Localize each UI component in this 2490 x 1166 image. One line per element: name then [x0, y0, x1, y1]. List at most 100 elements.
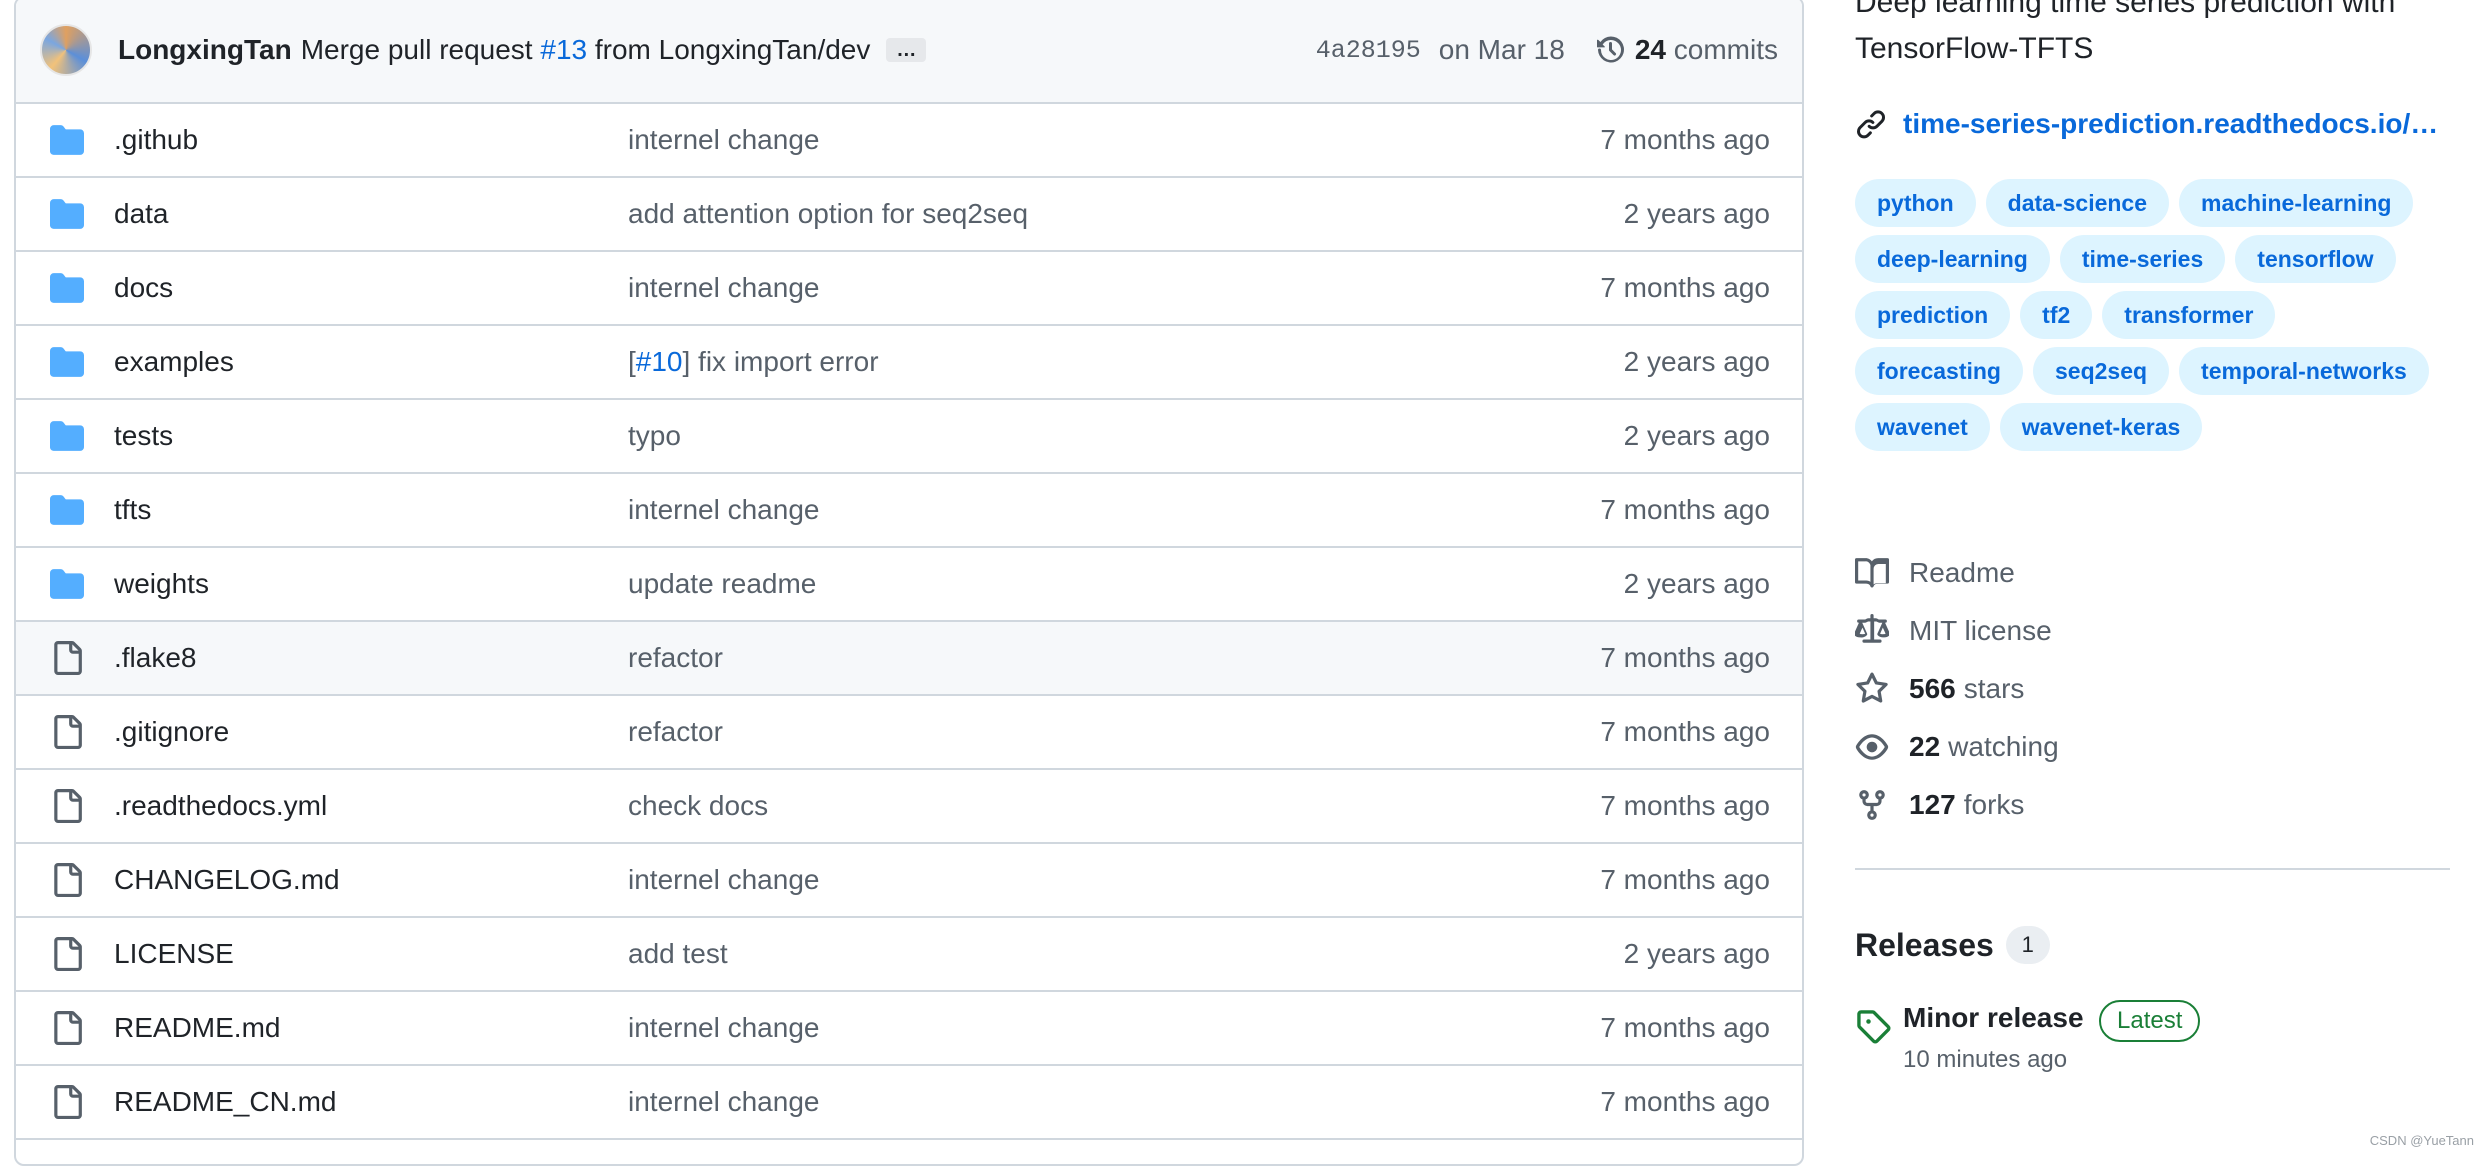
commit-age: 7 months ago — [1600, 864, 1770, 895]
topic-tag[interactable]: forecasting — [1855, 347, 2023, 395]
file-name-link[interactable]: README.md — [114, 1012, 280, 1044]
file-name-link[interactable]: tfts — [114, 494, 151, 526]
file-list: .github internel change 7 months ago data ad… — [16, 104, 1802, 1140]
commit-message-prefix[interactable]: Merge pull request — [301, 34, 533, 65]
file-row[interactable]: LICENSE add test 2 years ago — [16, 918, 1802, 992]
topic-tag[interactable]: tensorflow — [2235, 235, 2396, 283]
commit-message-link[interactable]: refactor — [628, 642, 723, 674]
commit-message-link[interactable]: add attention option for seq2seq — [628, 198, 1028, 230]
commit-message-link[interactable]: internel change — [628, 864, 819, 896]
commit-message-link[interactable]: update readme — [628, 568, 816, 600]
folder-icon — [50, 125, 84, 155]
commit-date[interactable]: on Mar 18 — [1439, 34, 1565, 66]
file-row[interactable]: tests typo 2 years ago — [16, 400, 1802, 474]
star-icon — [1856, 672, 1888, 703]
file-name-link[interactable]: tests — [114, 420, 173, 452]
forks-label[interactable]: forks — [1964, 789, 2025, 821]
message-prefix[interactable]: [ — [628, 346, 636, 377]
avatar[interactable] — [40, 24, 92, 76]
stars-label[interactable]: stars — [1964, 673, 2025, 705]
watching-label[interactable]: watching — [1948, 731, 2059, 763]
file-name-link[interactable]: LICENSE — [114, 938, 234, 970]
file-row[interactable]: README.md internel change 7 months ago — [16, 992, 1802, 1066]
release-name[interactable]: Minor release — [1903, 1002, 2084, 1034]
file-name-link[interactable]: .gitignore — [114, 716, 229, 748]
file-name-link[interactable]: .readthedocs.yml — [114, 790, 327, 822]
topic-tag[interactable]: transformer — [2102, 291, 2276, 339]
topic-tag[interactable]: data-science — [1985, 179, 2170, 227]
file-name-link[interactable]: examples — [114, 346, 234, 378]
forks-link[interactable]: 127 forks — [1855, 776, 2059, 834]
file-row[interactable]: .readthedocs.yml check docs 7 months ago — [16, 770, 1802, 844]
website-url[interactable]: time-series-prediction.readthedocs.io/… — [1903, 108, 2438, 140]
forks-count[interactable]: 127 — [1909, 789, 1956, 821]
commit-message[interactable]: Merge pull request #13 from LongxingTan/… — [301, 34, 871, 66]
commit-age: 7 months ago — [1600, 1012, 1770, 1043]
commit-sha[interactable]: 4a28195 — [1316, 36, 1421, 65]
expand-commit-button[interactable]: … — [886, 38, 927, 62]
watching-count[interactable]: 22 — [1909, 731, 1940, 763]
file-name-link[interactable]: CHANGELOG.md — [114, 864, 340, 896]
commits-link[interactable]: 24 commits — [1635, 34, 1778, 66]
commit-message-suffix[interactable]: from LongxingTan/dev — [595, 34, 871, 65]
file-name-link[interactable]: docs — [114, 272, 173, 304]
topic-tag[interactable]: seq2seq — [2032, 347, 2170, 395]
file-row[interactable]: .flake8 refactor 7 months ago — [16, 622, 1802, 696]
releases-header[interactable]: Releases 1 — [1855, 926, 2050, 964]
topic-tag[interactable]: deep-learning — [1855, 235, 2050, 283]
file-browser: LongxingTan Merge pull request #13 from … — [14, 0, 1804, 1166]
commit-message-link[interactable]: refactor — [628, 716, 723, 748]
file-name-link[interactable]: .flake8 — [114, 642, 197, 674]
repo-meta-list: Readme MIT license 566 stars 22 watching 1… — [1855, 544, 2059, 834]
commit-message-link[interactable]: internel change — [628, 1012, 819, 1044]
history-icon[interactable] — [1595, 34, 1627, 66]
message-suffix[interactable]: ] fix import error — [683, 346, 879, 377]
file-row[interactable]: weights update readme 2 years ago — [16, 548, 1802, 622]
file-name-link[interactable]: .github — [114, 124, 198, 156]
website-link[interactable]: time-series-prediction.readthedocs.io/… — [1855, 108, 2438, 140]
topic-tag[interactable]: temporal-networks — [2179, 347, 2429, 395]
topic-tag[interactable]: machine-learning — [2179, 179, 2414, 227]
file-name-link[interactable]: weights — [114, 568, 209, 600]
topic-tag[interactable]: tf2 — [2020, 291, 2093, 339]
topic-tag[interactable]: prediction — [1855, 291, 2011, 339]
file-row[interactable]: docs internel change 7 months ago — [16, 252, 1802, 326]
file-row[interactable]: .gitignore refactor 7 months ago — [16, 696, 1802, 770]
topic-tag[interactable]: wavenet-keras — [1999, 403, 2203, 451]
commit-message-link[interactable]: add test — [628, 938, 728, 970]
readme-link[interactable]: Readme — [1855, 544, 2059, 602]
commit-count[interactable]: 24 — [1635, 34, 1666, 65]
topic-list: python data-science machine-learning deep-l… — [1855, 179, 2450, 451]
commit-message-link[interactable]: [#10] fix import error — [628, 346, 879, 378]
commit-meta: 4a28195 on Mar 18 24 commits — [1316, 34, 1778, 66]
commit-pr-link[interactable]: #13 — [540, 34, 587, 65]
license-link[interactable]: MIT license — [1855, 602, 2059, 660]
commit-message-link[interactable]: internel change — [628, 494, 819, 526]
commit-message-link[interactable]: typo — [628, 420, 681, 452]
commit-message-link[interactable]: check docs — [628, 790, 768, 822]
issue-link[interactable]: #10 — [636, 346, 683, 377]
commit-message-link[interactable]: internel change — [628, 272, 819, 304]
stars-count[interactable]: 566 — [1909, 673, 1956, 705]
file-name-link[interactable]: data — [114, 198, 169, 230]
topic-tag[interactable]: python — [1855, 179, 1976, 227]
commit-age: 2 years ago — [1623, 420, 1770, 451]
topic-tag[interactable]: wavenet — [1855, 403, 1990, 451]
commits-label[interactable]: commits — [1674, 34, 1778, 65]
file-row[interactable]: tfts internel change 7 months ago — [16, 474, 1802, 548]
file-row[interactable]: README_CN.md internel change 7 months ago — [16, 1066, 1802, 1140]
license-label[interactable]: MIT license — [1909, 615, 2052, 647]
file-row[interactable]: CHANGELOG.md internel change 7 months ago — [16, 844, 1802, 918]
topic-tag[interactable]: time-series — [2059, 235, 2226, 283]
watching-link[interactable]: 22 watching — [1855, 718, 2059, 776]
commit-author[interactable]: LongxingTan — [118, 34, 292, 66]
commit-message-link[interactable]: internel change — [628, 124, 819, 156]
file-row[interactable]: examples [#10] fix import error 2 years ag… — [16, 326, 1802, 400]
readme-label[interactable]: Readme — [1909, 557, 2015, 589]
stars-link[interactable]: 566 stars — [1855, 660, 2059, 718]
commit-message-link[interactable]: internel change — [628, 1086, 819, 1118]
file-row[interactable]: .github internel change 7 months ago — [16, 104, 1802, 178]
file-row[interactable]: data add attention option for seq2seq 2 ye… — [16, 178, 1802, 252]
file-name-link[interactable]: README_CN.md — [114, 1086, 336, 1118]
releases-title[interactable]: Releases — [1855, 927, 1994, 964]
